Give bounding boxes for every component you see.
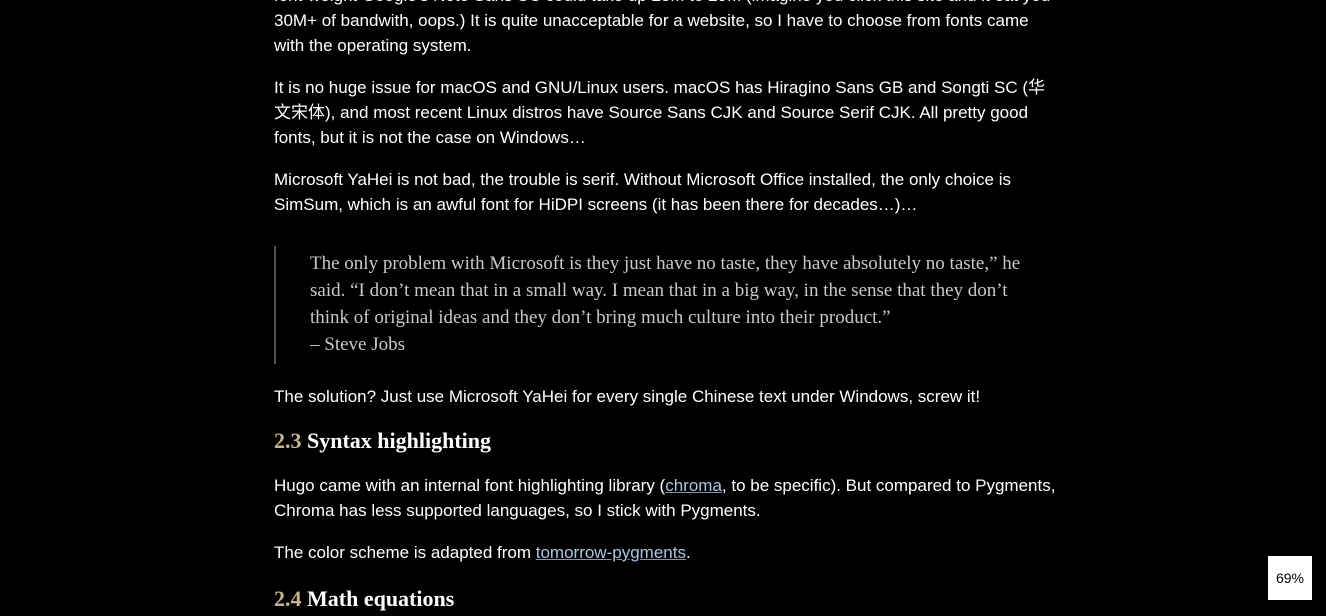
section-number: 2.3 xyxy=(274,428,302,453)
zoom-level-label: 69% xyxy=(1275,570,1305,586)
paragraph-color-scheme: The color scheme is adapted from tomorro… xyxy=(274,540,1058,565)
zoom-level-indicator[interactable]: 69% xyxy=(1268,556,1312,600)
section-heading-math-equations: 2.4 Math equations xyxy=(274,585,1058,613)
quote-attribution: – Steve Jobs xyxy=(310,334,405,355)
paragraph-macos: It is no huge issue for macOS and GNU/Li… xyxy=(274,78,1046,147)
paragraph-fonts: font-weight Google's Noto Sans SC could … xyxy=(274,0,1050,55)
paragraph-yahei: Microsoft YaHei is not bad, the trouble … xyxy=(274,170,1011,214)
section-heading-syntax-highlighting: 2.3 Syntax highlighting xyxy=(274,427,1058,455)
paragraph-hugo: Hugo came with an internal font highligh… xyxy=(274,473,1058,523)
paragraph-color-after: . xyxy=(685,543,691,562)
quote-text: The only problem with Microsoft is they … xyxy=(310,253,1021,328)
tomorrow-pygments-link[interactable]: tomorrow-pygments xyxy=(536,543,686,562)
section-title: Math equations xyxy=(307,586,455,611)
article-content: font-weight Google's Noto Sans SC could … xyxy=(274,0,1058,613)
chroma-link[interactable]: chroma xyxy=(665,476,722,495)
section-title: Syntax highlighting xyxy=(307,428,492,453)
paragraph-solution: The solution? Just use Microsoft YaHei f… xyxy=(274,387,981,406)
section-number: 2.4 xyxy=(274,586,302,611)
steve-jobs-quote: The only problem with Microsoft is they … xyxy=(274,246,1058,364)
paragraph-hugo-before: Hugo came with an internal font highligh… xyxy=(274,476,666,495)
paragraph-color-before: The color scheme is adapted from xyxy=(274,543,536,562)
